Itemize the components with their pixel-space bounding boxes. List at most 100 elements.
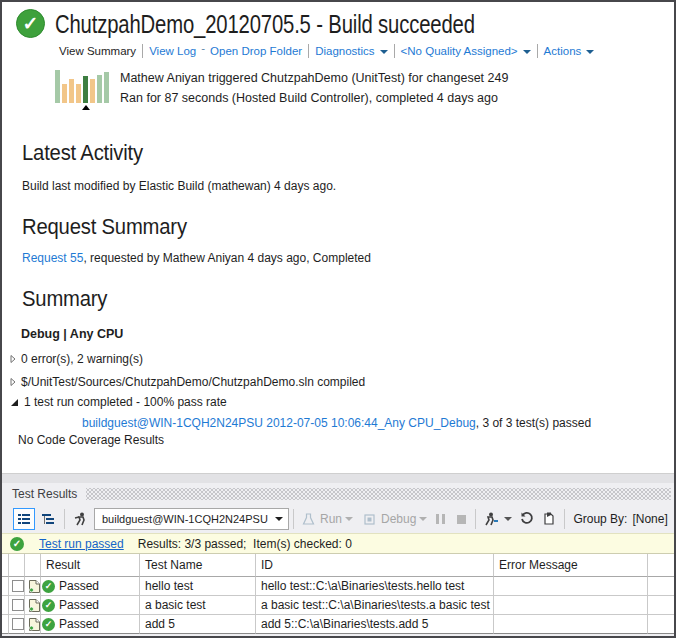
flask-icon [301,512,316,527]
chevron-down-icon [523,50,531,54]
list-view-icon [16,511,32,527]
row-checkbox[interactable] [12,599,24,611]
row-indicator-header [2,554,9,577]
test-results-grid: Result Test Name ID Error Message ✓Passe… [2,554,674,634]
chart-bar [69,79,74,103]
chart-bar [104,72,109,103]
column-header-error-message[interactable]: Error Message [494,554,648,577]
chevron-down-icon [586,50,594,54]
filler-cell [648,615,674,634]
test-passed-icon: ✓ [10,537,24,551]
actions-menu[interactable]: Actions [544,45,595,57]
toolbar-separator [64,509,65,529]
column-header-test-name[interactable]: Test Name [140,554,256,577]
debug-button-label: Debug [381,512,416,526]
tree-item-sln-compiled[interactable]: $/UnitTest/Sources/ChutzpahDemo/Chutzpah… [10,375,365,389]
separator [394,44,395,58]
chevron-down-icon [275,517,283,521]
test-run-selector-dropdown[interactable]: buildguest@WIN-1CQH2N24PSU [94,508,289,530]
row-icon-cell [25,615,41,634]
refresh-button[interactable] [516,508,538,530]
row-indicator [2,577,9,596]
row-checkbox[interactable] [12,618,24,630]
separator [142,44,143,58]
summary-heading: Summary [22,286,107,312]
column-header-id[interactable]: ID [256,554,494,577]
toolbar-separator [293,509,294,529]
chart-bar [97,75,102,103]
view-summary-link[interactable]: View Summary [59,45,136,57]
build-configuration: Debug | Any CPU [21,327,123,341]
test-run-status-bar: ✓ Test run passed Results: 3/3 passed; I… [2,533,674,554]
quality-menu[interactable]: <No Quality Assigned> [401,45,531,57]
runner-settings-icon [483,511,499,527]
test-document-icon [28,579,40,594]
icon-column-header [25,554,41,577]
build-summary-window: ✓ ChutzpahDemo_20120705.5 - Build succee… [0,0,676,638]
group-by-dropdown[interactable]: [None] [632,512,667,526]
trigger-line1: Mathew Aniyan triggered ChutzpahDemo (Un… [120,69,508,89]
request-link[interactable]: Request 55 [22,251,83,265]
passed-icon: ✓ [42,580,55,593]
request-summary-heading: Request Summary [22,214,187,240]
trigger-line2: Ran for 87 seconds (Hosted Build Control… [120,89,508,109]
pause-button-disabled[interactable] [436,514,445,524]
test-result-row[interactable]: ✓Passed a basic test a basic test::C:\a\… [2,596,674,615]
test-run-link[interactable]: buildguest@WIN-1CQH2N24PSU 2012-07-05 10… [82,416,476,430]
test-result-row[interactable]: ✓Passed add 5 add 5::C:\a\Binaries\tests… [2,615,674,634]
chart-bar [83,76,88,103]
test-results-toolbar: buildguest@WIN-1CQH2N24PSU Run Debug [2,505,674,533]
diagnostics-menu[interactable]: Diagnostics [315,45,387,57]
test-results-panel: Test Results [2,483,674,636]
run-settings-button[interactable] [480,508,502,530]
cell-error-message [494,615,648,634]
cell-test-name: a basic test [140,596,256,615]
build-history-chart-icon[interactable] [55,70,109,103]
test-result-row[interactable]: ✓Passed hello test hello test::C:\a\Bina… [2,577,674,596]
row-checkbox-cell[interactable] [9,596,25,615]
build-succeeded-icon: ✓ [16,9,45,38]
row-checkbox[interactable] [12,580,24,592]
test-run-passed-link[interactable]: Test run passed [39,537,124,551]
cell-test-name: hello test [140,577,256,596]
filler-column-header [648,554,674,577]
list-view-button[interactable] [13,508,35,530]
document-arrow-icon [541,511,557,527]
tree-item-errors-warnings[interactable]: 0 error(s), 2 warning(s) [10,352,143,366]
panel-splitter[interactable] [2,473,674,483]
separator [308,44,309,58]
export-results-button[interactable] [538,508,560,530]
run-button-disabled[interactable] [298,508,318,530]
view-log-link[interactable]: View Log [149,45,196,57]
debug-icon [362,512,377,527]
passed-icon: ✓ [42,599,55,612]
run-selected-button[interactable] [70,508,92,530]
panel-drag-grip[interactable] [86,488,671,500]
chart-bar [62,84,67,103]
cell-id: hello test::C:\a\Binaries\tests.hello te… [256,577,494,596]
cell-error-message [494,577,648,596]
no-code-coverage-text: No Code Coverage Results [18,433,164,447]
chevron-down-icon [504,517,512,521]
checkbox-column-header[interactable] [9,554,25,577]
test-document-icon [28,617,40,632]
debug-button-disabled[interactable] [359,508,379,530]
test-run-detail: buildguest@WIN-1CQH2N24PSU 2012-07-05 10… [82,416,591,430]
request-summary-text: Request 55, requested by Mathew Aniyan 4… [22,251,371,265]
toolbar-separator [564,509,565,529]
latest-activity-heading: Latest Activity [22,140,143,166]
chart-bar [76,84,81,103]
collapsed-triangle-icon [10,354,16,364]
row-checkbox-cell[interactable] [9,615,25,634]
column-header-result[interactable]: Result [41,554,140,577]
hierarchy-view-button[interactable] [37,508,59,530]
tree-item-test-run[interactable]: 1 test run completed - 100% pass rate [10,395,227,409]
current-build-marker [82,105,90,110]
row-checkbox-cell[interactable] [9,577,25,596]
expanded-triangle-icon [10,397,19,408]
chevron-down-icon [419,517,427,521]
runner-icon [73,511,89,527]
page-title: ChutzpahDemo_20120705.5 - Build succeede… [55,9,475,40]
open-drop-folder-link[interactable]: Open Drop Folder [210,45,302,57]
stop-button-disabled[interactable] [457,515,466,524]
